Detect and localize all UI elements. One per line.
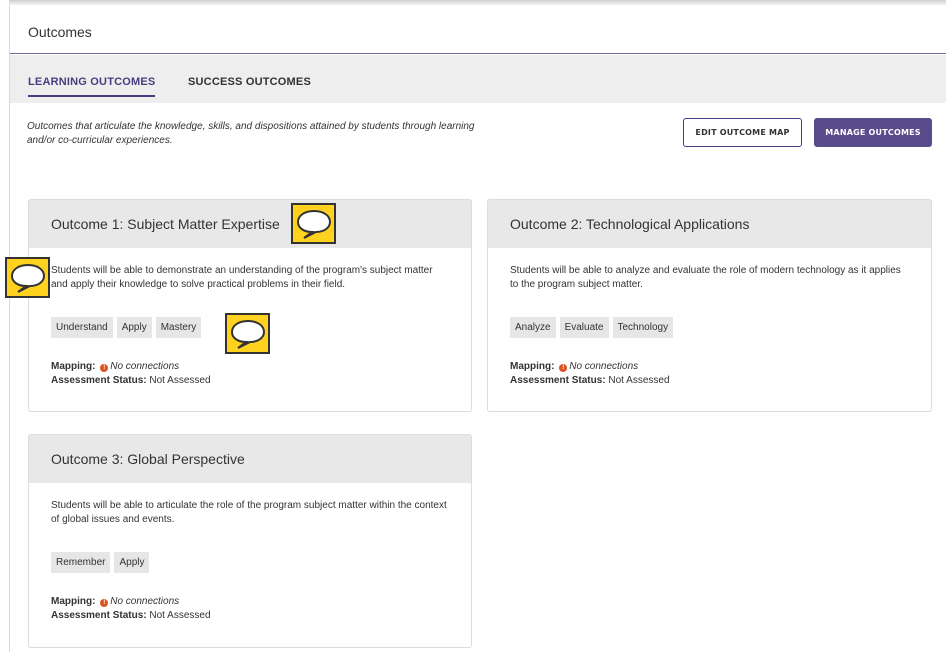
outcome-card-2[interactable]: Outcome 2: Technological Applications St…: [487, 199, 932, 412]
outcome-meta: Mapping: ! No connections Assessment Stat…: [510, 360, 909, 388]
assessment-label: Assessment Status:: [510, 375, 606, 386]
comment-bubble-icon[interactable]: [225, 313, 270, 354]
page-header: Outcomes: [10, 5, 946, 54]
mapping-row: Mapping: ! No connections: [51, 360, 449, 374]
outcome-description: Students will be able to demonstrate an …: [51, 265, 433, 290]
tag: Understand: [51, 317, 113, 338]
tag: Analyze: [510, 317, 556, 338]
tabs-bar: LEARNING OUTCOMES SUCCESS OUTCOMES: [10, 55, 946, 103]
tag: Evaluate: [559, 317, 609, 338]
page-description: Outcomes that articulate the knowledge, …: [27, 121, 475, 146]
mapping-value: No connections: [569, 361, 639, 372]
assessment-value: Not Assessed: [149, 610, 211, 621]
warning-icon: !: [559, 364, 568, 372]
comment-bubble-icon[interactable]: [291, 203, 336, 244]
tag: Technology: [612, 317, 674, 338]
mapping-label: Mapping:: [51, 596, 96, 607]
outcome-title[interactable]: Outcome 1: Subject Matter Expertise: [29, 200, 471, 248]
outcome-card-3[interactable]: Outcome 3: Global Perspective Students w…: [28, 434, 472, 648]
tab-success-outcomes[interactable]: SUCCESS OUTCOMES: [188, 76, 311, 88]
outcome-tags: Analyze Evaluate Technology: [510, 317, 909, 338]
outcome-description: Students will be able to articulate the …: [51, 500, 447, 525]
outcome-meta: Mapping: ! No connections Assessment Stat…: [51, 595, 449, 623]
assessment-label: Assessment Status:: [51, 610, 147, 621]
mapping-row: Mapping: ! No connections: [51, 595, 449, 609]
assessment-value: Not Assessed: [608, 375, 670, 386]
warning-icon: !: [100, 364, 109, 372]
assessment-row: Assessment Status: Not Assessed: [51, 374, 449, 388]
tag: Remember: [51, 552, 111, 573]
assessment-row: Assessment Status: Not Assessed: [51, 609, 449, 623]
assessment-label: Assessment Status:: [51, 375, 147, 386]
mapping-label: Mapping:: [51, 361, 96, 372]
outcome-card-1[interactable]: Outcome 1: Subject Matter Expertise Stud…: [28, 199, 472, 412]
tab-learning-outcomes[interactable]: LEARNING OUTCOMES: [28, 76, 156, 97]
manage-outcomes-button[interactable]: MANAGE OUTCOMES: [814, 118, 932, 147]
mapping-label: Mapping:: [510, 361, 555, 372]
outcome-title[interactable]: Outcome 2: Technological Applications: [488, 200, 931, 248]
assessment-value: Not Assessed: [149, 375, 211, 386]
mapping-value: No connections: [110, 596, 180, 607]
tag: Apply: [114, 552, 150, 573]
outcome-title[interactable]: Outcome 3: Global Perspective: [29, 435, 471, 483]
page-title: Outcomes: [28, 24, 92, 40]
outcome-tags: Remember Apply: [51, 552, 449, 573]
assessment-row: Assessment Status: Not Assessed: [510, 374, 909, 388]
mapping-row: Mapping: ! No connections: [510, 360, 909, 374]
comment-bubble-icon[interactable]: [5, 257, 50, 298]
outcome-description: Students will be able to analyze and eva…: [510, 265, 901, 290]
warning-icon: !: [100, 599, 109, 607]
mapping-value: No connections: [110, 361, 180, 372]
tag: Mastery: [155, 317, 202, 338]
tag: Apply: [116, 317, 152, 338]
outcome-meta: Mapping: ! No connections Assessment Stat…: [51, 360, 449, 388]
edit-outcome-map-button[interactable]: EDIT OUTCOME MAP: [683, 118, 802, 147]
